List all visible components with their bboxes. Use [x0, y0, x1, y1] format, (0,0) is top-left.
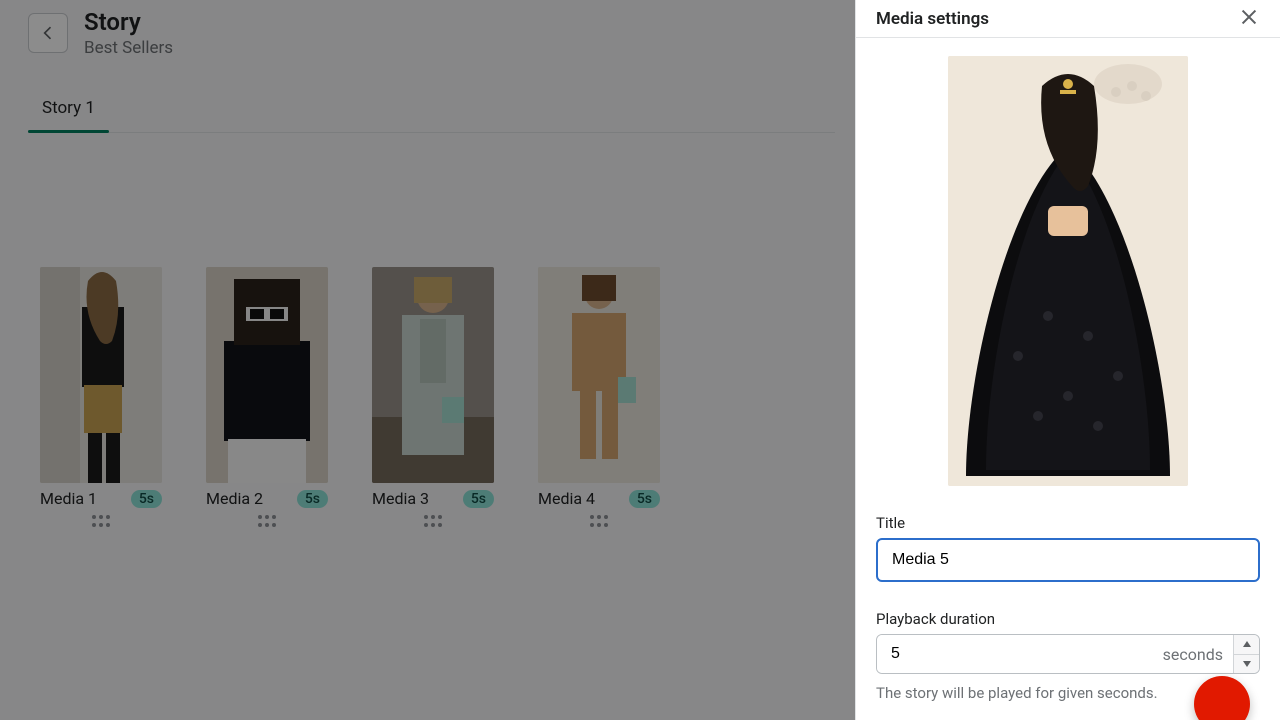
close-button[interactable]	[1238, 6, 1260, 32]
duration-label: Playback duration	[876, 610, 1260, 628]
media-settings-panel: Media settings	[855, 0, 1280, 720]
media-preview	[948, 56, 1188, 486]
title-label: Title	[876, 514, 1260, 532]
duration-input[interactable]	[877, 635, 1153, 673]
panel-title: Media settings	[876, 9, 989, 29]
duration-field: seconds	[876, 634, 1260, 674]
chevron-down-icon	[1243, 661, 1251, 667]
title-input[interactable]	[876, 538, 1260, 582]
duration-unit: seconds	[1153, 635, 1233, 673]
chevron-up-icon	[1243, 641, 1251, 647]
duration-step-down[interactable]	[1234, 655, 1259, 674]
modal-scrim[interactable]	[0, 0, 855, 720]
duration-step-up[interactable]	[1234, 635, 1259, 655]
close-icon	[1238, 6, 1260, 28]
